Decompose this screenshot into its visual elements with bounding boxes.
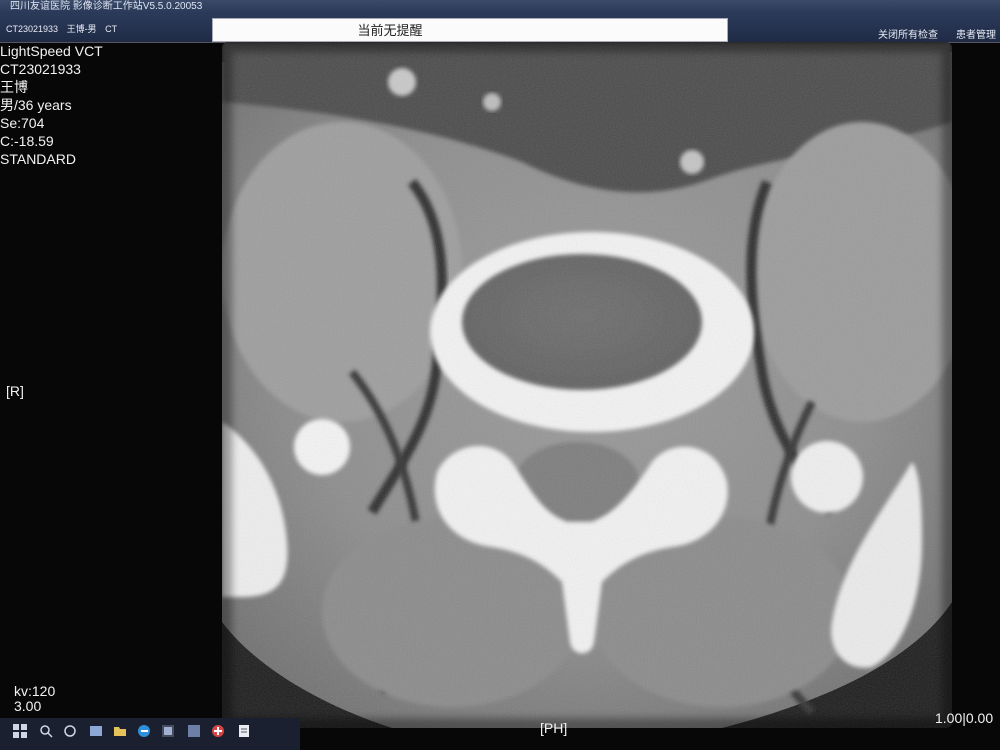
study-id: CT23021933 [0, 61, 81, 77]
taskbar [0, 718, 300, 750]
ct-image[interactable] [222, 42, 952, 728]
close-all-exams-link[interactable]: 关闭所有检查 [878, 26, 938, 41]
series-number: Se:704 [0, 115, 45, 131]
folder-icon[interactable] [112, 724, 128, 740]
patient-tab-name: 王博-男 [66, 24, 97, 34]
patient-management-link[interactable]: 患者管理 [956, 26, 996, 41]
search-icon[interactable] [38, 724, 54, 740]
ct-viewer-screen: 四川友谊医院 影像诊断工作站V5.5.0.20053 CT23021933 王博… [0, 0, 1000, 750]
edge-icon[interactable] [136, 724, 152, 740]
reminder-text: 当前无提醒 [357, 23, 423, 38]
patient-tab-study-id: CT23021933 [6, 24, 59, 34]
windows-icon[interactable] [12, 724, 28, 740]
reminder-box: 当前无提醒 [212, 18, 728, 42]
window-center: C:-18.59 [0, 133, 54, 149]
window-title: 四川友谊医院 影像诊断工作站V5.5.0.20053 [10, 1, 203, 12]
app-icon[interactable] [88, 724, 104, 740]
app-icon-2[interactable] [160, 724, 176, 740]
toolbar: CT23021933 王博-男 CT 当前无提醒 关闭所有检查 患者管理 [0, 14, 1000, 43]
task-view-icon[interactable] [62, 724, 78, 740]
recon-kernel: STANDARD [0, 151, 76, 167]
slice-thickness: 3.00 [14, 698, 42, 714]
zoom-readout: 1.00|0.00 [935, 710, 994, 726]
patient-tab-modality: CT [105, 24, 118, 34]
orientation-posterior-marker: [PH] [540, 720, 568, 736]
sex-age: 男/36 years [0, 97, 72, 113]
patient-tab[interactable]: CT23021933 王博-男 CT [6, 22, 123, 35]
device-name: LightSpeed VCT [0, 43, 103, 59]
patient-name: 王博 [0, 79, 28, 95]
overlay-top-left: LightSpeed VCT CT23021933 王博 男/36 years … [0, 42, 103, 168]
window-title-bar: 四川友谊医院 影像诊断工作站V5.5.0.20053 [0, 0, 1000, 14]
app-icon-3[interactable] [210, 724, 226, 740]
orientation-right-marker: [R] [6, 383, 24, 399]
document-icon[interactable] [236, 724, 252, 740]
store-icon[interactable] [186, 724, 202, 740]
ct-axial-slice [222, 42, 952, 728]
